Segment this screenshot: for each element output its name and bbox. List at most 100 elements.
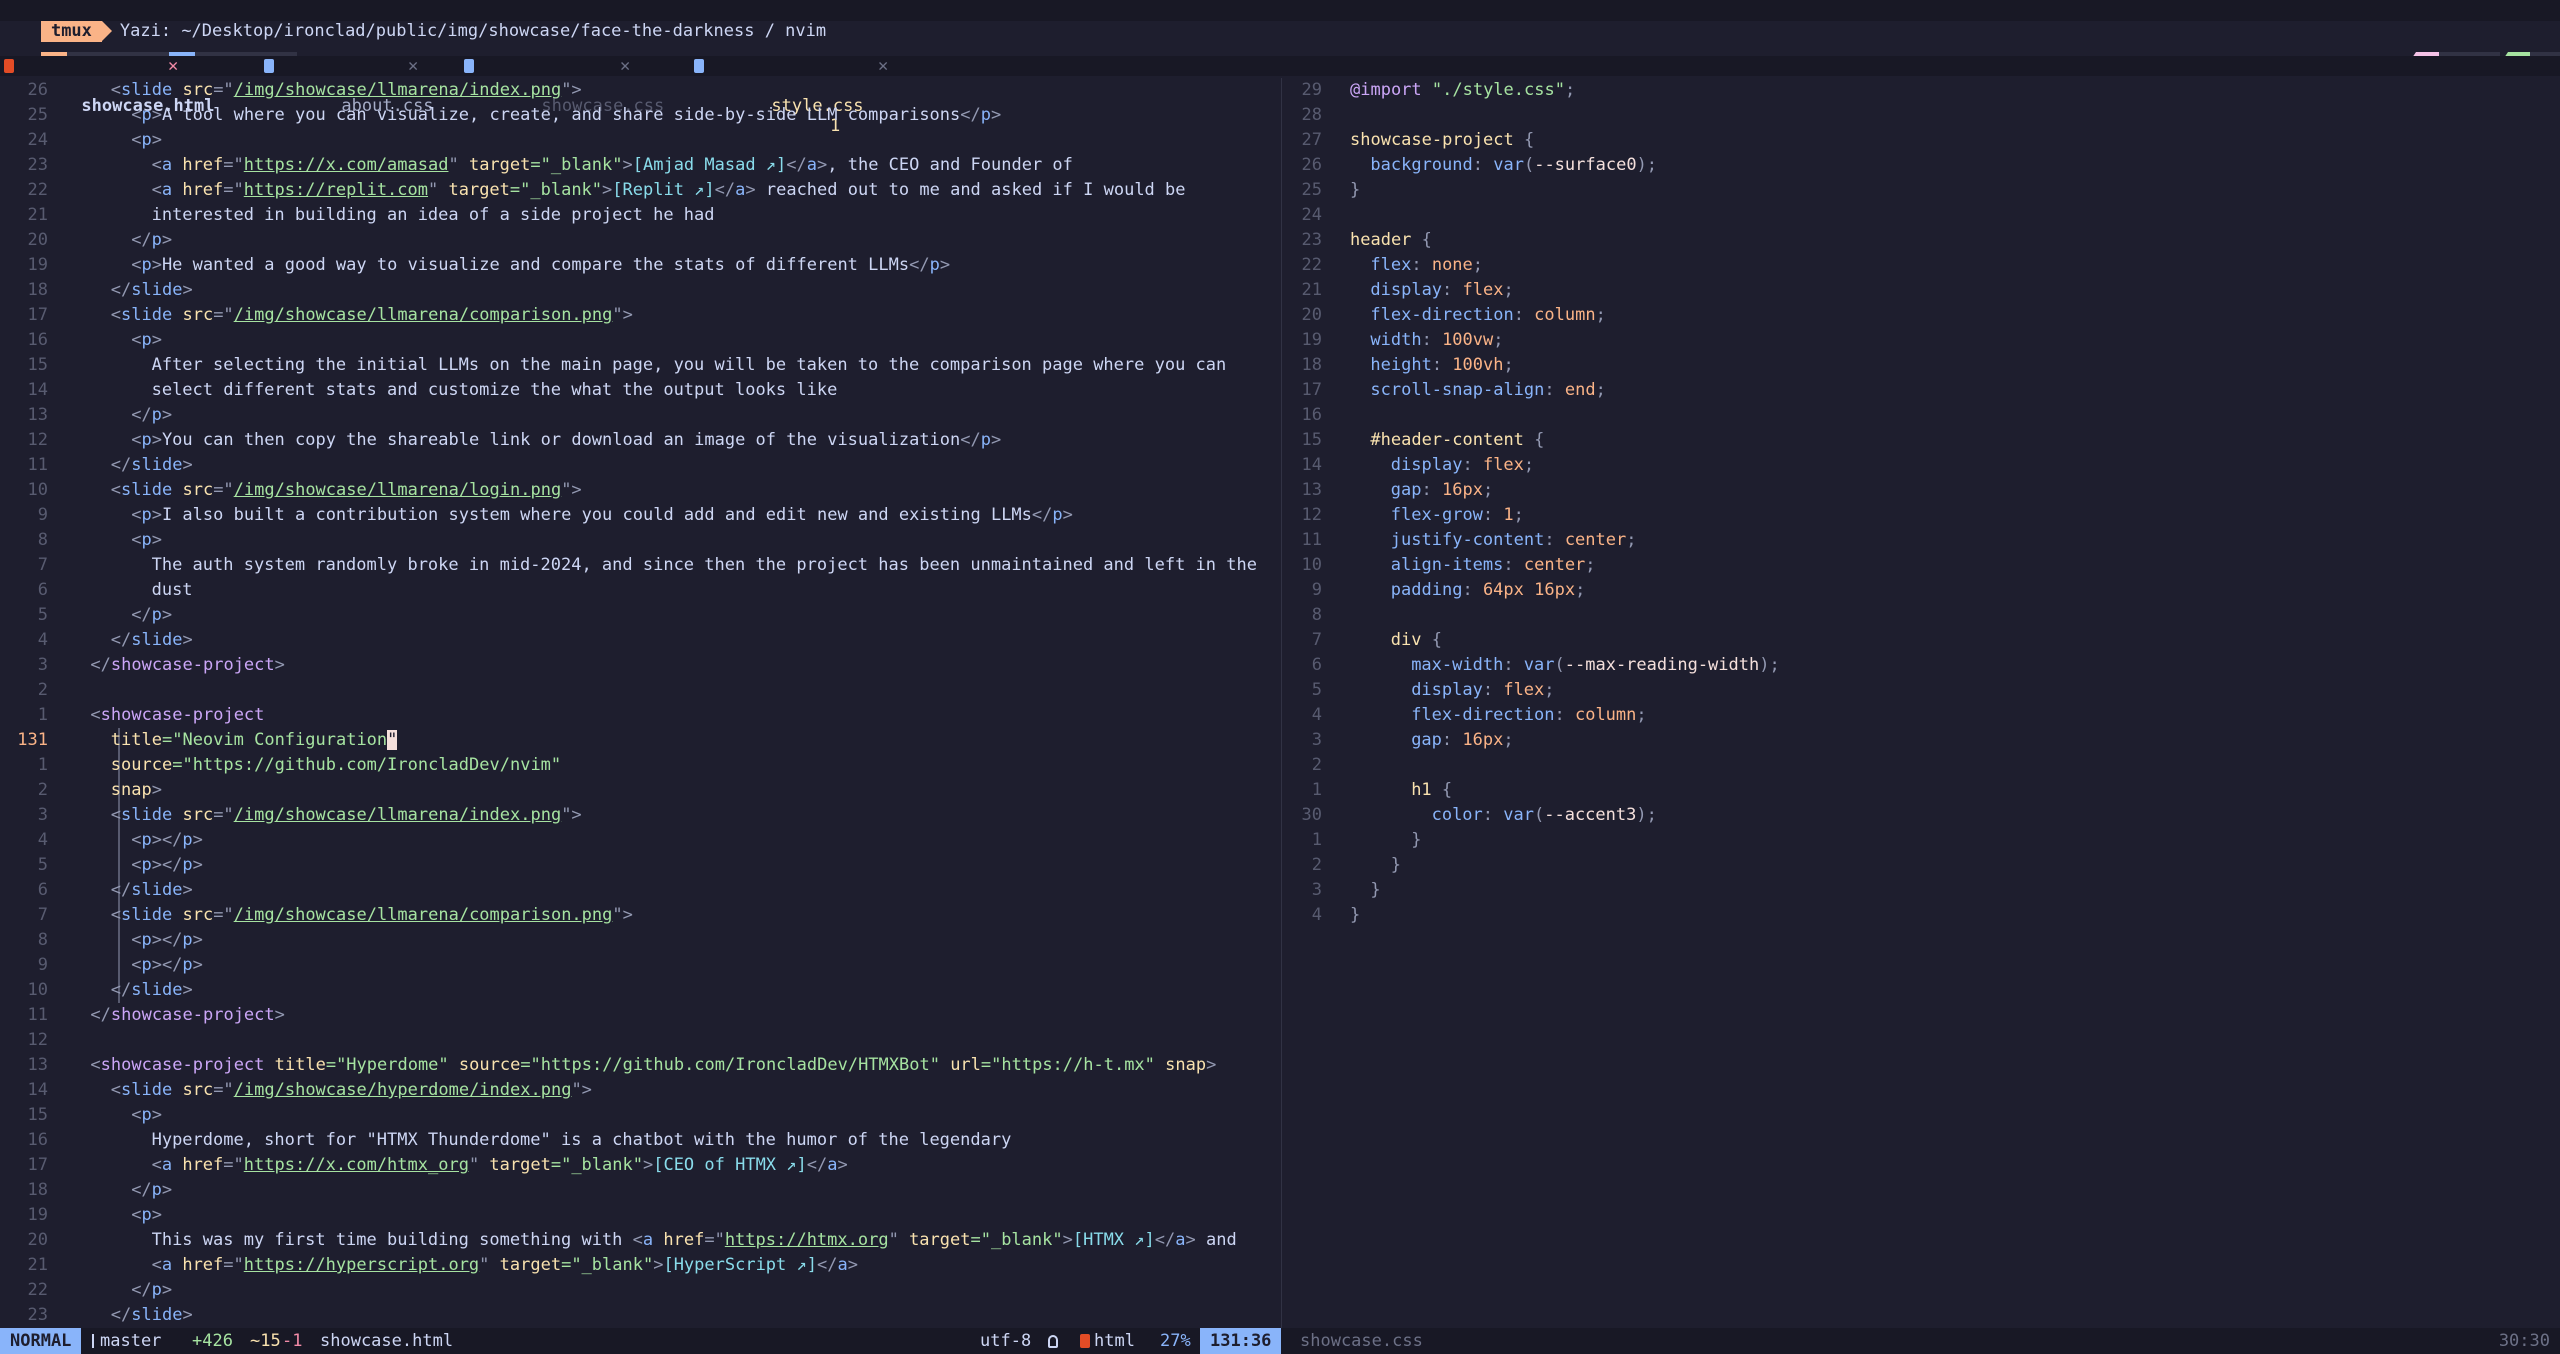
tab-showcase-css[interactable]: showcase.css ✕ [460,56,664,116]
code-line[interactable]: 12 flex-grow: 1; [1286,503,2560,528]
code-line[interactable]: 2 snap> [0,778,1280,803]
code-line[interactable]: 14 select different stats and customize t… [0,378,1280,403]
code-line[interactable]: 11 justify-content: center; [1286,528,2560,553]
code-line[interactable]: 15 After selecting the initial LLMs on th… [0,353,1280,378]
code-line[interactable]: 5 </p> [0,603,1280,628]
editor-pane-showcase-css[interactable]: 29 @import "./style.css"; 28 27 showcase-pro… [1286,78,2560,1328]
code-line[interactable]: 13 <showcase-project title="Hyperdome" so… [0,1053,1280,1078]
tab-style-css[interactable]: style.css 1 ✕ [690,56,888,136]
code-line[interactable]: 5 <p></p> [0,853,1280,878]
code-line[interactable]: 3 gap: 16px; [1286,728,2560,753]
code-line[interactable]: 16 Hyperdome, short for "HTMX Thunderdome… [0,1128,1280,1153]
code-line[interactable]: 17 <a href="https://x.com/htmx_org" targe… [0,1153,1280,1178]
code-line[interactable]: 21 display: flex; [1286,278,2560,303]
code-line[interactable]: 13 gap: 16px; [1286,478,2560,503]
code-line[interactable]: 25 <p>A tool where you can visualize, cre… [0,103,1280,128]
code-line[interactable]: 131 title="Neovim Configuration" [0,728,1280,753]
editor-pane-showcase-html[interactable]: 26 <slide src="/img/showcase/llmarena/ind… [0,78,1280,1328]
pane-divider[interactable] [1281,78,1282,1328]
code-text: padding: 64px 16px; [1391,578,1586,603]
code-line[interactable]: 2 [0,678,1280,703]
close-icon[interactable]: ✕ [620,56,630,76]
code-token: height [1370,355,1432,375]
code-line[interactable]: 9 <p>I also built a contribution system w… [0,503,1280,528]
code-line[interactable]: 19 width: 100vw; [1286,328,2560,353]
code-line[interactable]: 13 </p> [0,403,1280,428]
code-line[interactable]: 7 The auth system randomly broke in mid-2… [0,553,1280,578]
code-line[interactable]: 14 <slide src="/img/showcase/hyperdome/in… [0,1078,1280,1103]
code-line[interactable]: 19 <p>He wanted a good way to visualize a… [0,253,1280,278]
code-line[interactable]: 1 source="https://github.com/IroncladDev/… [0,753,1280,778]
code-line[interactable]: 19 <p> [0,1203,1280,1228]
code-line[interactable]: 12 <p>You can then copy the shareable lin… [0,428,1280,453]
code-line[interactable]: 6 </slide> [0,878,1280,903]
code-line[interactable]: 23 header { [1286,228,2560,253]
code-line[interactable]: 17 <slide src="/img/showcase/llmarena/com… [0,303,1280,328]
code-token: < [131,855,142,875]
code-line[interactable]: 23 </slide> [0,1303,1280,1328]
code-token: ="_blank" [509,180,603,200]
code-line[interactable]: 14 display: flex; [1286,453,2560,478]
code-line[interactable]: 18 </p> [0,1178,1280,1203]
close-icon[interactable]: ✕ [878,56,888,76]
git-branch[interactable]: master [92,1328,161,1354]
code-line[interactable]: 30 color: var(--accent3); [1286,803,2560,828]
code-line[interactable]: 9 <p></p> [0,953,1280,978]
code-line[interactable]: 3 </showcase-project> [0,653,1280,678]
code-line[interactable]: 3} [1286,878,2560,903]
tab-about-css[interactable]: about.css ✕ [260,56,434,116]
code-line[interactable]: 8 <p> [0,528,1280,553]
code-line[interactable]: 20 This was my first time building someth… [0,1228,1280,1253]
code-line[interactable]: 26 <slide src="/img/showcase/llmarena/ind… [0,78,1280,103]
code-line[interactable]: 9 padding: 64px 16px; [1286,578,2560,603]
code-line[interactable]: 4 <p></p> [0,828,1280,853]
close-icon[interactable]: ✕ [408,56,418,76]
code-line[interactable]: 11 </showcase-project> [0,1003,1280,1028]
code-line[interactable]: 29 @import "./style.css"; [1286,78,2560,103]
code-line[interactable]: 22 </p> [0,1278,1280,1303]
code-line[interactable]: 22 <a href="https://replit.com" target="_… [0,178,1280,203]
code-line[interactable]: 10 align-items: center; [1286,553,2560,578]
code-line[interactable]: 16 [1286,403,2560,428]
code-line[interactable]: 8 <p></p> [0,928,1280,953]
code-line[interactable]: 20 flex-direction: column; [1286,303,2560,328]
code-line[interactable]: 23 <a href="https://x.com/amasad" target=… [0,153,1280,178]
code-line[interactable]: 25} [1286,178,2560,203]
code-line[interactable]: 16 <p> [0,328,1280,353]
code-line[interactable]: 7 div { [1286,628,2560,653]
code-line[interactable]: 7 <slide src="/img/showcase/llmarena/comp… [0,903,1280,928]
code-line[interactable]: 2} [1286,853,2560,878]
code-line[interactable]: 10 <slide src="/img/showcase/llmarena/log… [0,478,1280,503]
code-line[interactable]: 1} [1286,828,2560,853]
code-line[interactable]: 1 <showcase-project [0,703,1280,728]
code-line[interactable]: 10 </slide> [0,978,1280,1003]
code-line[interactable]: 4 </slide> [0,628,1280,653]
code-line[interactable]: 22 flex: none; [1286,253,2560,278]
code-line[interactable]: 18 height: 100vh; [1286,353,2560,378]
code-line[interactable]: 20 </p> [0,228,1280,253]
code-line[interactable]: 21 interested in building an idea of a si… [0,203,1280,228]
code-line[interactable]: 17 scroll-snap-align: end; [1286,378,2560,403]
code-line[interactable]: 2 [1286,753,2560,778]
code-line[interactable]: 15 <p> [0,1103,1280,1128]
code-line[interactable]: 18 </slide> [0,278,1280,303]
code-line[interactable]: 27 showcase-project { [1286,128,2560,153]
code-line[interactable]: 15 #header-content { [1286,428,2560,453]
close-modified-icon[interactable]: ✕ [168,56,178,76]
code-line[interactable]: 4 flex-direction: column; [1286,703,2560,728]
code-line[interactable]: 21 <a href="https://hyperscript.org" targ… [0,1253,1280,1278]
code-line[interactable]: 6 max-width: var(--max-reading-width); [1286,653,2560,678]
code-line[interactable]: 26 background: var(--surface0); [1286,153,2560,178]
code-line[interactable]: 24 <p> [0,128,1280,153]
code-line[interactable]: 28 [1286,103,2560,128]
code-line[interactable]: 4} [1286,903,2560,928]
code-line[interactable]: 6 dust [0,578,1280,603]
code-line[interactable]: 1 h1 { [1286,778,2560,803]
code-line[interactable]: 24 [1286,203,2560,228]
code-line[interactable]: 8 [1286,603,2560,628]
code-line[interactable]: 5 display: flex; [1286,678,2560,703]
code-line[interactable]: 3 <slide src="/img/showcase/llmarena/inde… [0,803,1280,828]
code-line[interactable]: 11 </slide> [0,453,1280,478]
tab-showcase-html[interactable]: showcase.html ✕ [0,56,214,116]
code-line[interactable]: 12 [0,1028,1280,1053]
